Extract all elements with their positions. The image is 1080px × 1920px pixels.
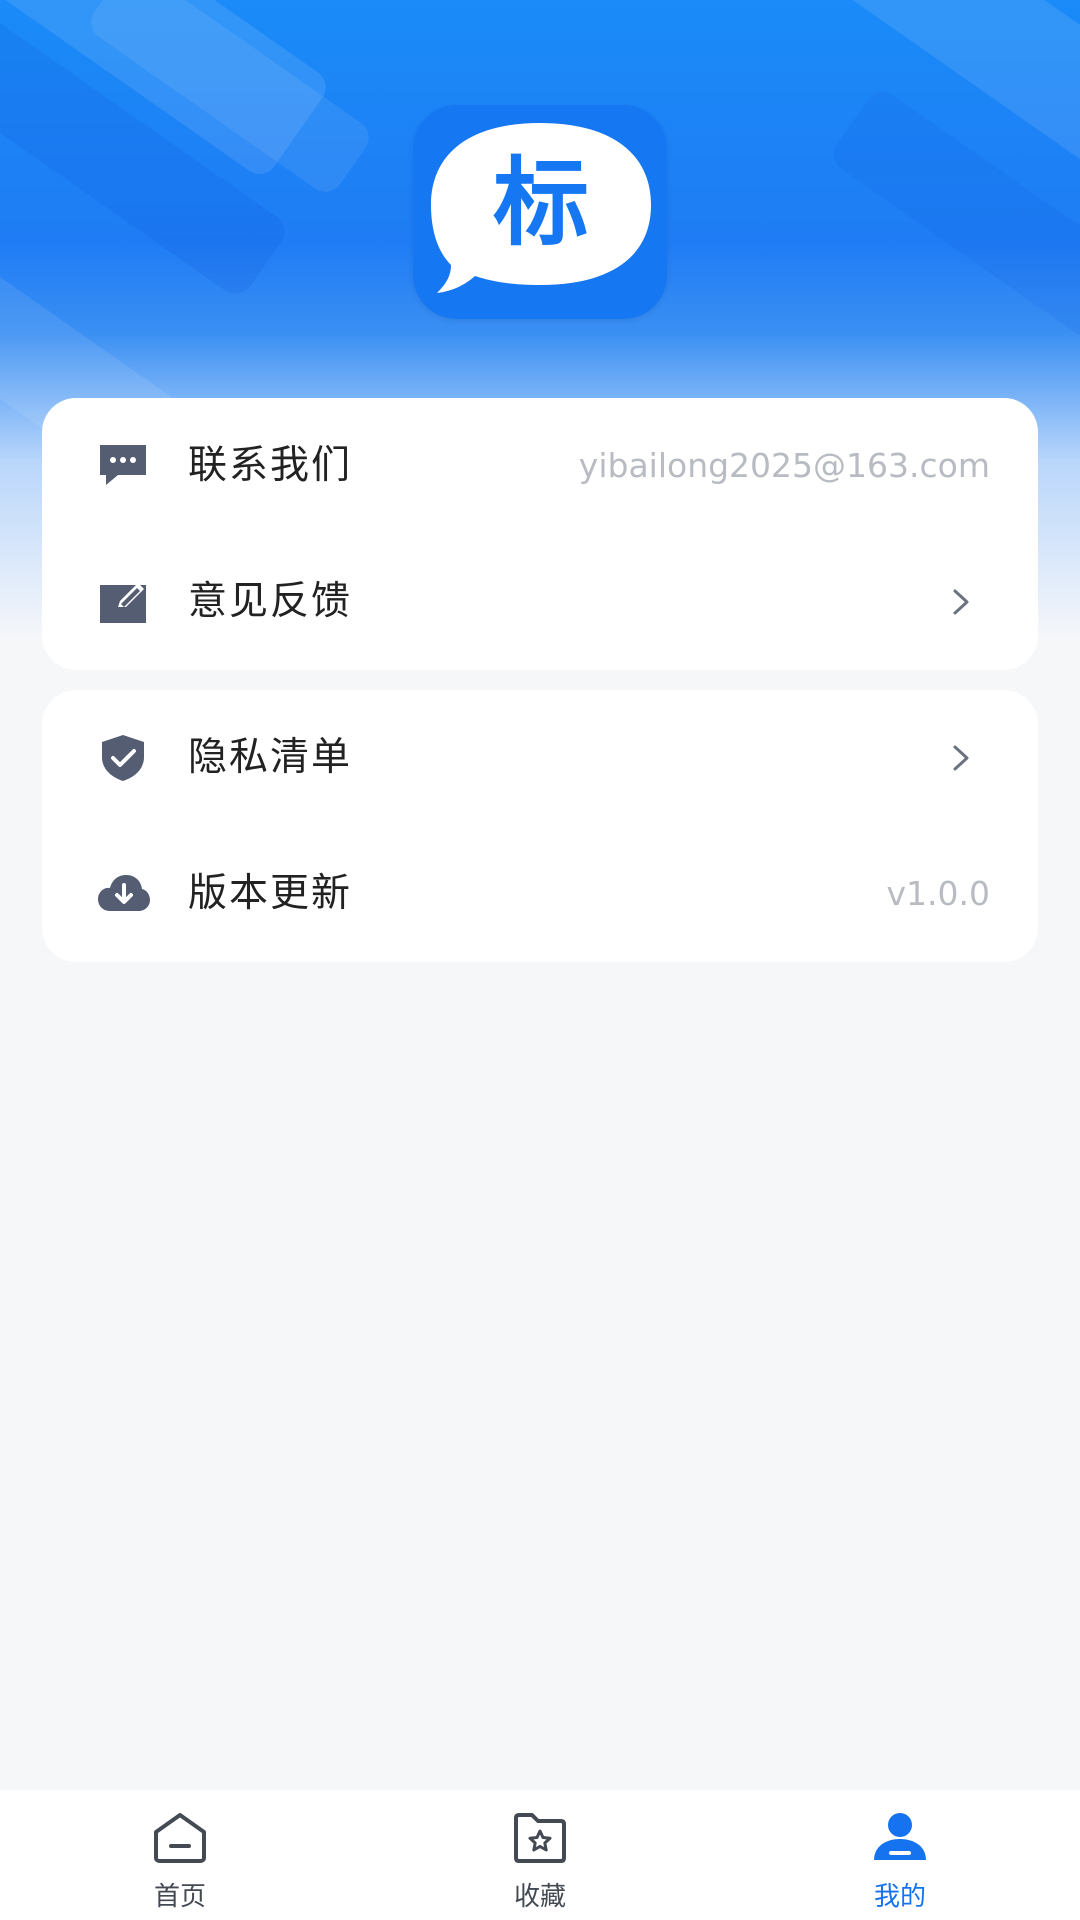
menu-item-label: 联系我们 — [188, 443, 353, 488]
menu-item-privacy-list[interactable]: 隐私清单 — [42, 690, 1038, 826]
app-logo: 标 — [413, 105, 667, 319]
chevron-right-icon — [953, 745, 969, 771]
menu-item-label: 意见反馈 — [188, 579, 353, 624]
tab-home[interactable]: 首页 — [80, 1790, 280, 1920]
menu-item-label: 隐私清单 — [188, 735, 353, 780]
logo-glyph: 标 — [493, 147, 589, 259]
menu-card-contact: 联系我们 yibailong2025@163.com 意见反馈 — [42, 398, 1038, 670]
menu-item-contact-us[interactable]: 联系我们 yibailong2025@163.com — [42, 398, 1038, 534]
contact-email: yibailong2025@163.com — [578, 446, 990, 485]
message-icon — [100, 445, 146, 485]
menu-card-about: 隐私清单 版本更新 v1.0.0 — [42, 690, 1038, 962]
edit-icon — [100, 583, 146, 623]
tab-label: 收藏 — [513, 1882, 566, 1912]
tab-label: 我的 — [873, 1882, 926, 1912]
cloud-download-icon — [98, 875, 150, 911]
version-number: v1.0.0 — [886, 874, 991, 913]
home-icon — [154, 1813, 206, 1863]
user-icon — [874, 1813, 926, 1860]
menu-item-label: 版本更新 — [188, 871, 353, 916]
favorites-folder-icon — [514, 1813, 566, 1863]
tab-label: 首页 — [153, 1882, 206, 1912]
shield-check-icon — [102, 735, 144, 781]
tab-mine[interactable]: 我的 — [800, 1790, 1000, 1920]
chevron-right-icon — [953, 589, 969, 615]
bottom-tab-bar: 首页 收藏 我的 — [0, 1790, 1080, 1920]
menu-item-version-update[interactable]: 版本更新 v1.0.0 — [42, 826, 1038, 962]
menu-item-feedback[interactable]: 意见反馈 — [42, 534, 1038, 670]
tab-favorites[interactable]: 收藏 — [440, 1790, 640, 1920]
